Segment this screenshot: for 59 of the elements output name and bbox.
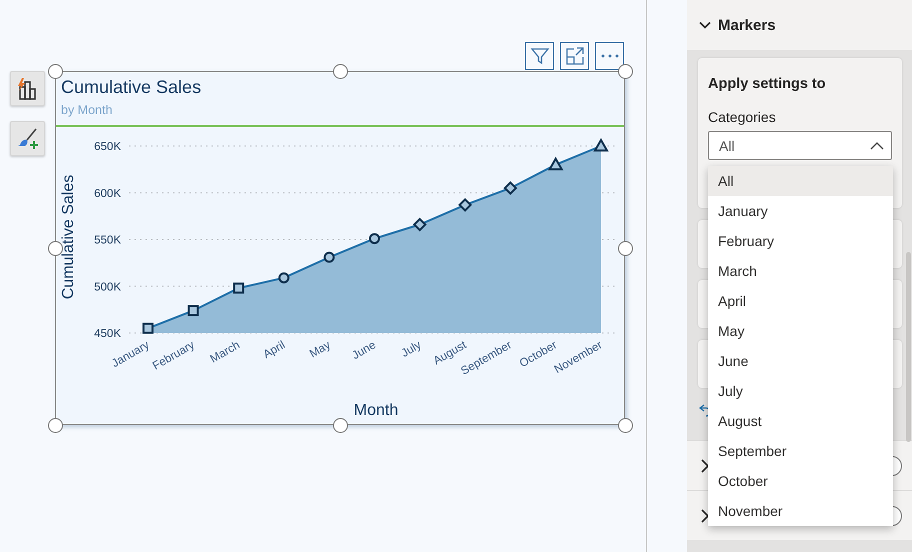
dropdown-option[interactable]: February	[708, 226, 893, 256]
section-header[interactable]: Markers	[687, 0, 912, 50]
dropdown-option[interactable]: September	[708, 436, 893, 466]
dropdown-option[interactable]: August	[708, 406, 893, 436]
resize-handle[interactable]	[618, 241, 633, 256]
categories-dropdown[interactable]: All	[708, 131, 892, 160]
dropdown-option[interactable]: June	[708, 346, 893, 376]
resize-handle[interactable]	[333, 418, 348, 433]
x-axis-label: June	[350, 339, 378, 362]
focus-mode-button[interactable]	[560, 42, 589, 70]
expand-icon	[564, 46, 584, 66]
resize-handle[interactable]	[48, 241, 63, 256]
data-marker	[324, 252, 335, 263]
x-axis-label: May	[308, 339, 333, 360]
dropdown-option[interactable]: April	[708, 286, 893, 316]
dropdown-option[interactable]: November	[708, 496, 893, 526]
settings-heading: Apply settings to	[708, 76, 827, 92]
dropdown-option[interactable]: March	[708, 256, 893, 286]
y-axis-title: Cumulative Sales	[60, 174, 77, 300]
data-marker	[593, 138, 609, 152]
chart-title: Cumulative Sales	[61, 76, 202, 98]
format-visual-button[interactable]	[10, 121, 45, 156]
data-marker	[412, 218, 427, 232]
resize-handle[interactable]	[333, 64, 348, 79]
dropdown-option[interactable]: January	[708, 196, 893, 226]
y-axis-label: 500K	[94, 281, 121, 294]
y-axis-label: 600K	[94, 188, 121, 200]
data-marker	[369, 233, 380, 244]
resize-handle[interactable]	[618, 64, 633, 79]
filter-icon	[530, 46, 550, 66]
dropdown-option[interactable]: July	[708, 376, 893, 406]
x-axis-label: July	[400, 339, 424, 360]
scrollbar[interactable]	[906, 252, 911, 442]
dropdown-option[interactable]: October	[708, 466, 893, 496]
data-marker	[503, 181, 518, 195]
data-marker	[458, 198, 472, 212]
data-marker	[188, 305, 199, 316]
more-options-button[interactable]	[595, 42, 624, 70]
x-axis-title: Month	[354, 402, 398, 419]
y-axis-label: 650K	[94, 141, 121, 153]
paintbrush-icon	[16, 126, 40, 150]
y-axis-label: 450K	[94, 328, 121, 340]
resize-handle[interactable]	[618, 418, 633, 433]
field-label: Categories	[708, 109, 776, 125]
resize-handle[interactable]	[48, 418, 63, 433]
more-icon	[600, 53, 620, 59]
data-marker	[278, 272, 290, 284]
chart-subtitle: by Month	[61, 103, 112, 118]
build-visual-button[interactable]	[10, 71, 45, 106]
data-marker	[548, 156, 564, 170]
dropdown-option[interactable]: All	[708, 166, 893, 196]
filter-button[interactable]	[525, 42, 554, 70]
section-title: Markers	[718, 16, 776, 34]
y-axis-label: 550K	[94, 234, 121, 246]
data-marker	[233, 282, 244, 294]
dropdown-option[interactable]: May	[708, 316, 893, 346]
resize-handle[interactable]	[48, 64, 63, 79]
data-marker	[142, 322, 154, 334]
x-axis-label: April	[261, 339, 288, 362]
